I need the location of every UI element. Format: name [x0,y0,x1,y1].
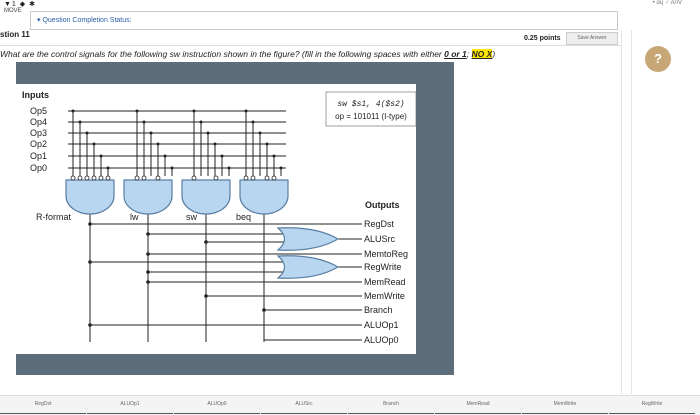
junction-dot [135,109,139,113]
junction-dot [78,120,82,124]
instruction-line-2: op = 101011 (I-type) [335,112,407,121]
junction-dot [220,154,224,158]
input-op1: Op1 [30,151,47,161]
and-gate-beq [239,179,289,215]
gate-label-lw: lw [130,212,139,222]
junction-dot [272,154,276,158]
junction-dot [265,142,269,146]
input-op3: Op3 [30,128,47,138]
control-unit-diagram: sw $s1, 4($s2) op = 101011 (I-type) Inpu… [22,90,416,345]
system-tray-icons: • ɑɥ ♂ A/IV [652,0,682,6]
and-gate-rformat [65,179,115,215]
junction-dot [199,120,203,124]
gate-label-beq: beq [236,212,251,222]
header-divider [0,45,621,46]
answer-field-aluop1[interactable]: ALUOp1 [87,401,173,414]
answer-field-regdst[interactable]: RegDst [0,401,86,414]
completion-status-box[interactable]: ▾ Question Completion Status: [30,11,618,30]
junction-dot [163,154,167,158]
junction-dot [206,131,210,135]
junction-dot [227,166,231,170]
question-text: What are the control signals for the fol… [0,49,496,59]
input-op4: Op4 [30,117,47,127]
answer-field-branch[interactable]: Branch [348,401,434,414]
junction-dot [99,154,103,158]
junction-dot [106,166,110,170]
junction-dot [258,131,262,135]
gate-label-sw: sw [186,212,198,222]
output-regwrite: RegWrite [364,262,401,272]
junction-dot [192,109,196,113]
completion-status[interactable]: ▾ Question Completion Status: [37,16,132,24]
and-gate-lw [123,179,173,215]
gate-label-rformat: R-format [36,212,72,222]
completion-status-label: Question Completion Status: [42,17,132,24]
or-gate-1 [276,227,340,251]
output-aluop1: ALUOp1 [364,320,399,330]
junction-dot [244,109,248,113]
answer-field-memread[interactable]: MemRead [435,401,521,414]
answer-field-aluop0[interactable]: ALUOp0 [174,401,260,414]
save-answer-button[interactable]: Save Answer [566,32,618,45]
output-branch: Branch [364,305,393,315]
output-memread: MemRead [364,277,406,287]
instruction-line-1: sw $s1, 4($s2) [337,100,404,109]
question-points: 0.25 points [524,35,561,42]
output-alusrc: ALUSrc [364,234,396,244]
output-memtoreg: MemtoReg [364,249,408,259]
junction-dot [92,142,96,146]
right-gutter-line [631,30,632,394]
inputs-title: Inputs [22,90,49,100]
junction-dot [170,166,174,170]
answer-field-memwrite[interactable]: MemWrite [522,401,608,414]
junction-dot [156,142,160,146]
junction-dot [279,166,283,170]
help-button[interactable]: ? [645,46,671,72]
output-memwrite: MemWrite [364,291,405,301]
junction-dot [251,120,255,124]
input-op0: Op0 [30,163,47,173]
answer-field-regwrite[interactable]: RegWrite [609,401,695,414]
input-op5: Op5 [30,106,47,116]
and-gate-sw [181,179,231,215]
question-number: stion 11 [0,30,30,39]
junction-dot [85,131,89,135]
move-label[interactable]: MOVE [4,8,22,14]
output-aluop0: ALUOp0 [364,335,399,345]
answer-field-alusrc[interactable]: ALUSrc [261,401,347,414]
question-icon: ? [654,51,662,66]
system-icons: ▼1 ◆ ✱ [4,1,36,8]
junction-dot [213,142,217,146]
or-gate-2 [276,255,340,279]
junction-dot [142,120,146,124]
input-op2: Op2 [30,139,47,149]
right-gutter-line [621,30,622,394]
junction-dot [71,109,75,113]
system-status-bar [0,0,700,9]
output-regdst: RegDst [364,219,395,229]
junction-dot [149,131,153,135]
outputs-title: Outputs [365,200,400,210]
